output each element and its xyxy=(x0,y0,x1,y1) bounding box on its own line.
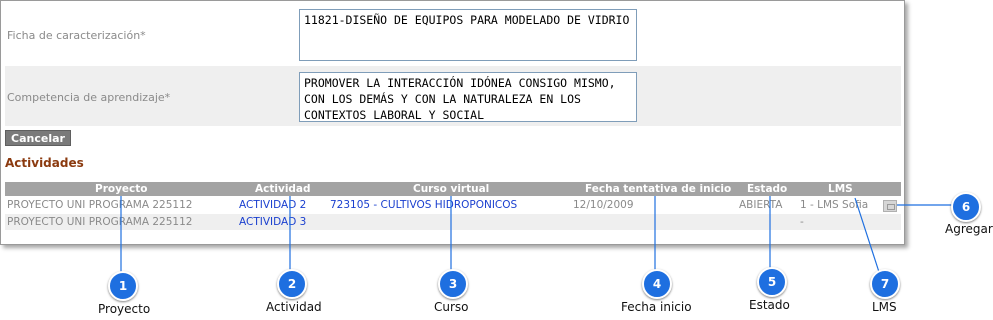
callout-5-label: Estado xyxy=(749,298,790,312)
callout-lines xyxy=(120,196,953,273)
callout-2-badge: 2 xyxy=(277,269,307,299)
callout-3-label: Curso xyxy=(434,300,469,314)
callout-7-badge: 7 xyxy=(870,269,900,299)
callout-5-badge: 5 xyxy=(757,267,787,297)
callout-3-badge: 3 xyxy=(438,269,468,299)
callout-4-badge: 4 xyxy=(642,269,672,299)
callout-1-label: Proyecto xyxy=(98,302,151,316)
callout-4-label: Fecha inicio xyxy=(621,300,692,314)
callout-2-label: Actividad xyxy=(266,300,322,314)
callout-6-badge: 6 xyxy=(951,192,981,222)
callout-7-label: LMS xyxy=(872,300,897,314)
callout-6-label: Agregar xyxy=(945,222,993,236)
callout-1-badge: 1 xyxy=(108,271,138,301)
